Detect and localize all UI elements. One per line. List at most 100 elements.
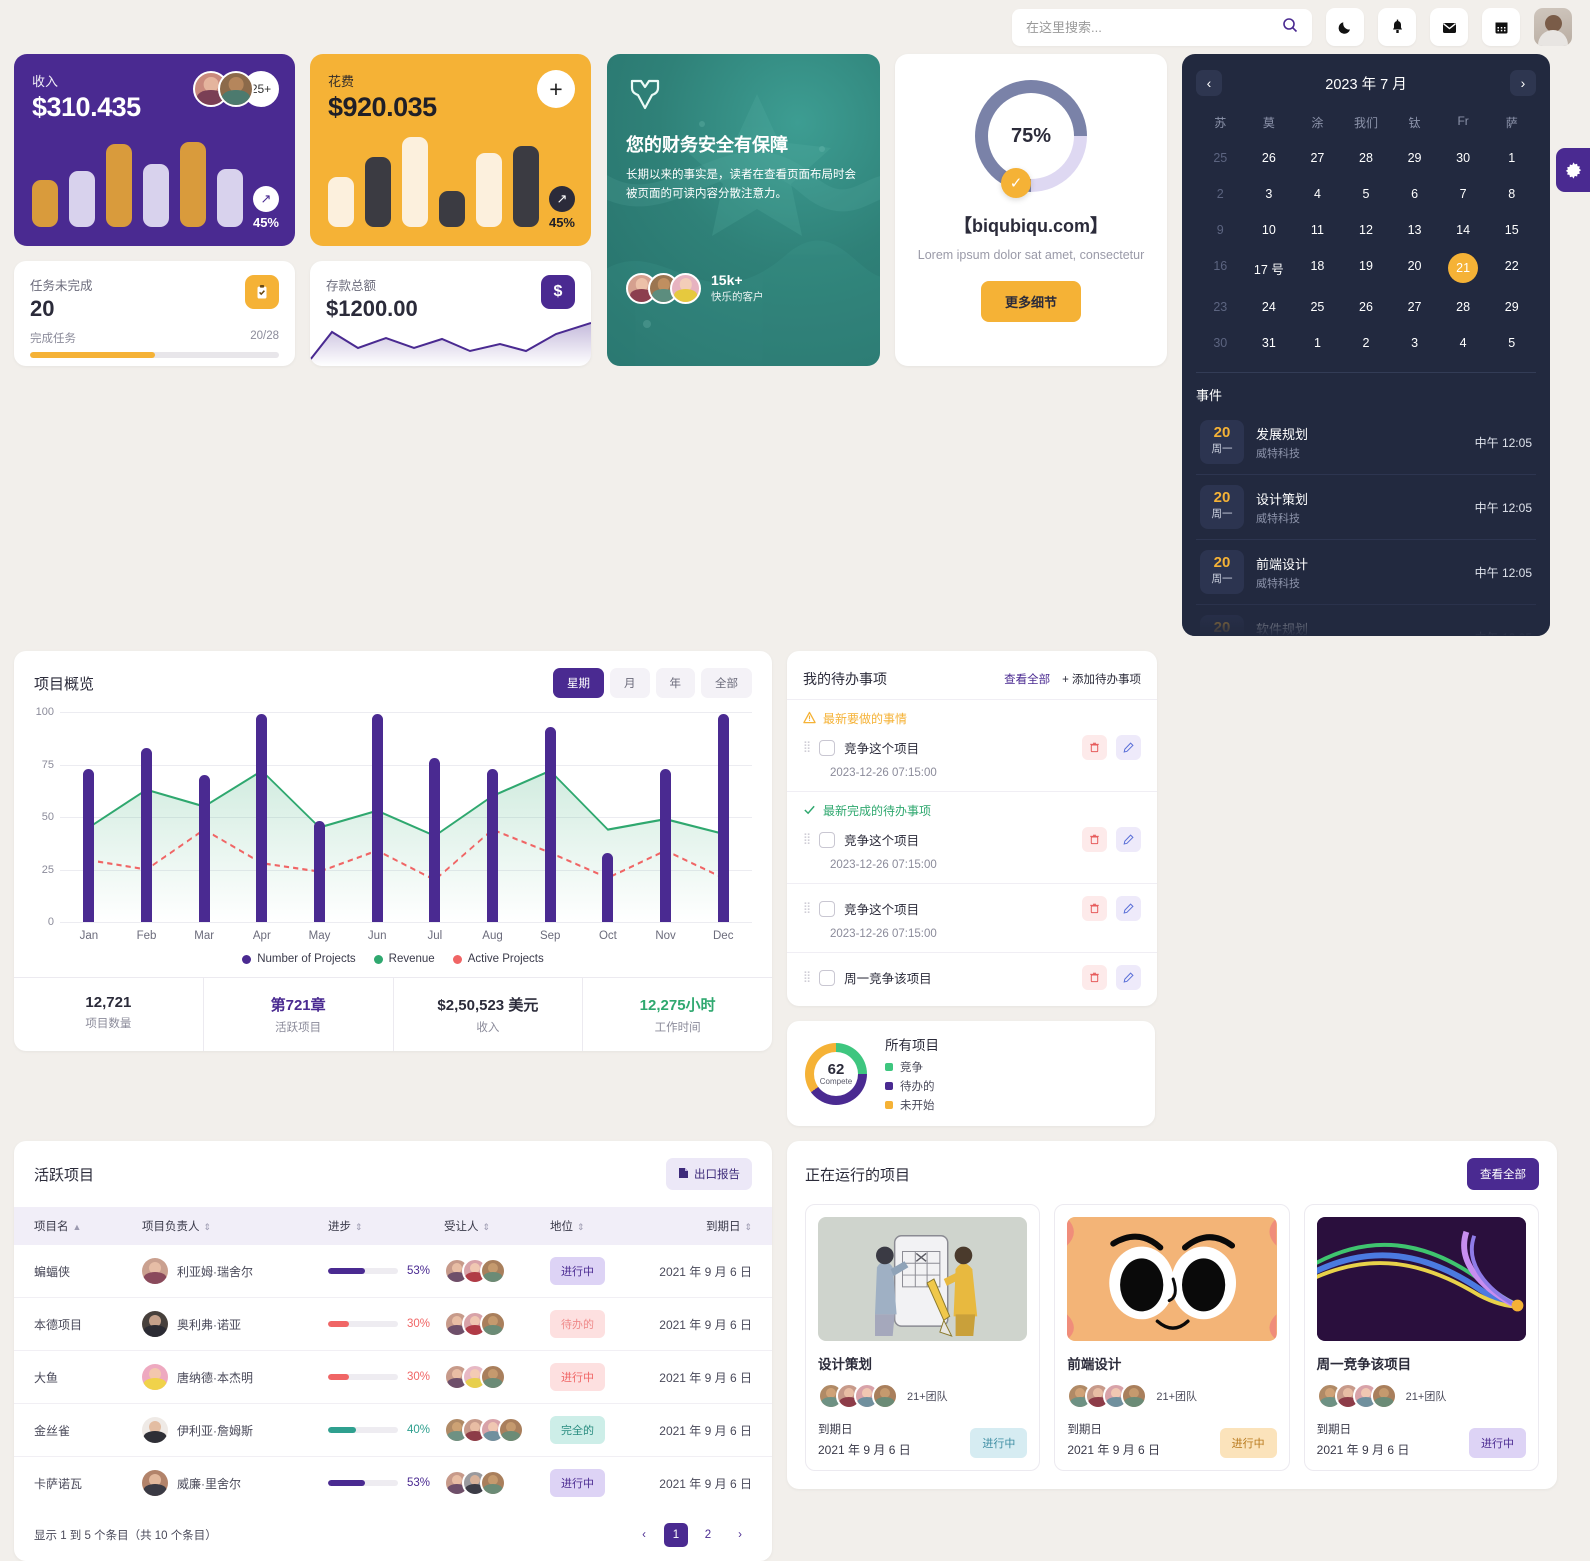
moon-icon[interactable] (1326, 8, 1364, 46)
calendar-day[interactable]: 12 (1342, 215, 1391, 245)
promo-card[interactable]: 您的财务安全有保障 长期以来的事实是，读者在查看页面布局时会被页面的可读内容分散… (607, 54, 880, 366)
trash-icon[interactable] (1082, 827, 1107, 852)
more-details-button[interactable]: 更多细节 (981, 281, 1081, 322)
revenue-avatars[interactable]: 25+ (193, 71, 279, 107)
calendar-day[interactable]: 29 (1390, 143, 1439, 173)
calendar-day[interactable]: 8 (1487, 179, 1536, 209)
todo-item[interactable]: ⣿ 竞争这个项目 (803, 735, 1141, 760)
calendar-icon[interactable] (1482, 8, 1520, 46)
drag-handle-icon[interactable]: ⣿ (803, 835, 810, 845)
table-row[interactable]: 金丝雀 伊利亚·詹姆斯 40% 完全 (14, 1404, 772, 1457)
calendar-day[interactable]: 3 (1245, 179, 1294, 209)
tab-year[interactable]: 年 (656, 668, 696, 698)
pencil-icon[interactable] (1116, 735, 1141, 760)
todo-add-button[interactable]: + 添加待办事项 (1062, 671, 1141, 687)
calendar-day[interactable]: 2 (1196, 179, 1245, 209)
bar-may[interactable] (291, 712, 349, 922)
col-progress[interactable]: 进步⇕ (328, 1207, 444, 1245)
calendar-day[interactable]: 27 (1390, 292, 1439, 322)
todo-checkbox[interactable] (819, 740, 835, 756)
trash-icon[interactable] (1082, 896, 1107, 921)
calendar-day[interactable]: 23 (1196, 292, 1245, 322)
page-2-button[interactable]: 2 (696, 1523, 720, 1547)
col-owner[interactable]: 项目负责人⇕ (142, 1207, 328, 1245)
calendar-day[interactable]: 28 (1439, 292, 1488, 322)
event-item[interactable]: 20 周一 设计策划 威特科技 中午 12:05 (1196, 475, 1536, 540)
table-row[interactable]: 大鱼 唐纳德·本杰明 30% 进行中 20 (14, 1351, 772, 1404)
col-assignee[interactable]: 受让人⇕ (444, 1207, 550, 1245)
calendar-day[interactable]: 18 (1293, 251, 1342, 286)
todo-checkbox[interactable] (819, 901, 835, 917)
todo-view-all-link[interactable]: 查看全部 (1004, 671, 1050, 687)
calendar-day-selected[interactable]: 21 (1439, 251, 1488, 286)
calendar-day[interactable]: 29 (1487, 292, 1536, 322)
running-view-all-button[interactable]: 查看全部 (1467, 1158, 1539, 1190)
tab-month[interactable]: 月 (610, 668, 650, 698)
tab-all[interactable]: 全部 (701, 668, 752, 698)
page-prev-button[interactable]: ‹ (632, 1523, 656, 1547)
tab-week[interactable]: 星期 (553, 668, 604, 698)
bar-apr[interactable] (233, 712, 291, 922)
bar-jan[interactable] (60, 712, 118, 922)
calendar-day[interactable]: 24 (1245, 292, 1294, 322)
add-expense-button[interactable]: + (537, 70, 575, 108)
calendar-day[interactable]: 5 (1342, 179, 1391, 209)
calendar-day[interactable]: 10 (1245, 215, 1294, 245)
bar-aug[interactable] (464, 712, 522, 922)
search-input[interactable] (1026, 20, 1274, 35)
table-row[interactable]: 蝙蝠侠 利亚姆·瑞舍尔 53% 进行中 2 (14, 1245, 772, 1298)
expense-card[interactable]: 花费 $920.035 + ↗ 45% (310, 54, 591, 246)
todo-item[interactable]: ⣿ 竞争这个项目 (803, 827, 1141, 852)
page-1-button[interactable]: 1 (664, 1523, 688, 1547)
gear-icon[interactable] (1556, 148, 1590, 192)
calendar-day[interactable]: 30 (1439, 143, 1488, 173)
search-icon[interactable] (1282, 17, 1298, 38)
calendar-day[interactable]: 27 (1293, 143, 1342, 173)
drag-handle-icon[interactable]: ⣿ (803, 973, 810, 983)
event-item[interactable]: 20 周一 发展规划 威特科技 中午 12:05 (1196, 410, 1536, 475)
savings-card[interactable]: 存款总额 $1200.00 $ (310, 261, 591, 366)
trash-icon[interactable] (1082, 735, 1107, 760)
calendar-day[interactable]: 30 (1196, 328, 1245, 358)
calendar-day[interactable]: 4 (1439, 328, 1488, 358)
project-card[interactable]: 前端设计 21+团队 到期日 2021 年 9 月 6 (1054, 1204, 1289, 1471)
calendar-day[interactable]: 20 (1390, 251, 1439, 286)
calendar-day[interactable]: 19 (1342, 251, 1391, 286)
search-box[interactable] (1012, 9, 1312, 46)
calendar-day[interactable]: 26 (1342, 292, 1391, 322)
calendar-prev-button[interactable]: ‹ (1196, 70, 1222, 96)
calendar-day[interactable]: 22 (1487, 251, 1536, 286)
calendar-day[interactable]: 5 (1487, 328, 1536, 358)
calendar-day[interactable]: 7 (1439, 179, 1488, 209)
bar-oct[interactable] (579, 712, 637, 922)
col-due[interactable]: 到期日⇕ (654, 1207, 772, 1245)
bar-feb[interactable] (118, 712, 176, 922)
bar-mar[interactable] (175, 712, 233, 922)
mail-icon[interactable] (1430, 8, 1468, 46)
trash-icon[interactable] (1082, 965, 1107, 990)
drag-handle-icon[interactable]: ⣿ (803, 904, 810, 914)
drag-handle-icon[interactable]: ⣿ (803, 743, 810, 753)
calendar-day[interactable]: 25 (1293, 292, 1342, 322)
legend-item-revenue[interactable]: Revenue (374, 953, 435, 965)
calendar-day[interactable]: 9 (1196, 215, 1245, 245)
calendar-day[interactable]: 13 (1390, 215, 1439, 245)
table-row[interactable]: 本德项目 奥利弗·诺亚 30% 待办的 2 (14, 1298, 772, 1351)
tasks-card[interactable]: 任务未完成 20 完成任务 20/28 (14, 261, 295, 366)
calendar-day[interactable]: 25 (1196, 143, 1245, 173)
calendar-day[interactable]: 15 (1487, 215, 1536, 245)
todo-checkbox[interactable] (819, 832, 835, 848)
todo-item[interactable]: ⣿ 周一竞争该项目 (803, 965, 1141, 990)
pencil-icon[interactable] (1116, 827, 1141, 852)
todo-item[interactable]: ⣿ 竞争这个项目 (803, 896, 1141, 921)
calendar-day[interactable]: 3 (1390, 328, 1439, 358)
project-card[interactable]: 设计策划 21+团队 到期日 2021 年 9 月 6 (805, 1204, 1040, 1471)
calendar-day[interactable]: 16 (1196, 251, 1245, 286)
calendar-day[interactable]: 6 (1390, 179, 1439, 209)
bar-nov[interactable] (637, 712, 695, 922)
table-row[interactable]: 卡萨诺瓦 威廉·里舍尔 53% 进行中 2 (14, 1457, 772, 1510)
pencil-icon[interactable] (1116, 896, 1141, 921)
pencil-icon[interactable] (1116, 965, 1141, 990)
user-avatar[interactable] (1534, 8, 1572, 46)
calendar-day[interactable]: 4 (1293, 179, 1342, 209)
